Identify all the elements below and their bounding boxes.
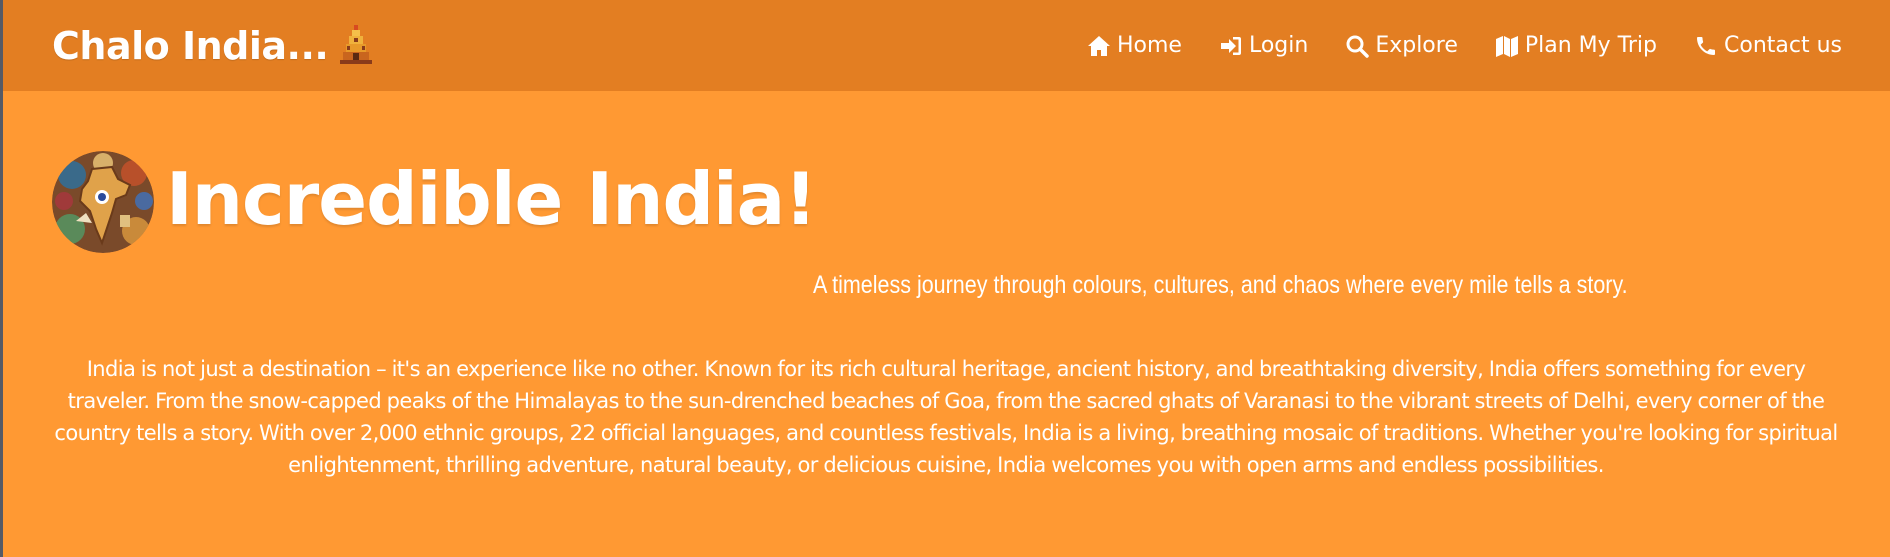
nav-home-label: Home — [1116, 33, 1182, 58]
map-icon — [1495, 35, 1518, 57]
home-icon — [1087, 35, 1110, 56]
brand-name: Chalo India... — [52, 23, 329, 68]
nav-contact-us-label: Contact us — [1724, 33, 1842, 58]
nav-plan-my-trip[interactable]: Plan My Trip — [1495, 33, 1657, 58]
nav-home[interactable]: Home — [1087, 33, 1182, 58]
nav-plan-my-trip-label: Plan My Trip — [1524, 33, 1657, 58]
hero-section: Incredible India! A timeless journey thr… — [3, 91, 1890, 557]
hero-tagline: A timeless journey through colours, cult… — [813, 271, 1628, 299]
nav-explore[interactable]: Explore — [1345, 33, 1458, 58]
brand-link[interactable]: Chalo India... — [52, 24, 378, 68]
india-map-logo-art — [52, 151, 154, 253]
search-icon — [1346, 35, 1370, 58]
temple-icon — [340, 24, 373, 64]
nav-login-label: Login — [1248, 33, 1309, 58]
hero-title-row: Incredible India! — [52, 151, 817, 253]
navbar: Chalo India... Home Login Explore Plan M… — [3, 0, 1890, 91]
nav-links: Home Login Explore Plan My Trip Contact … — [1087, 33, 1842, 58]
nav-login[interactable]: Login — [1219, 33, 1308, 58]
nav-contact-us[interactable]: Contact us — [1694, 33, 1842, 58]
hero-title: Incredible India! — [166, 157, 817, 241]
phone-icon — [1697, 36, 1715, 55]
nav-explore-label: Explore — [1375, 33, 1458, 58]
login-icon — [1220, 36, 1241, 55]
hero-description: India is not just a destination – it's a… — [54, 357, 1838, 477]
india-map-logo — [52, 151, 154, 253]
